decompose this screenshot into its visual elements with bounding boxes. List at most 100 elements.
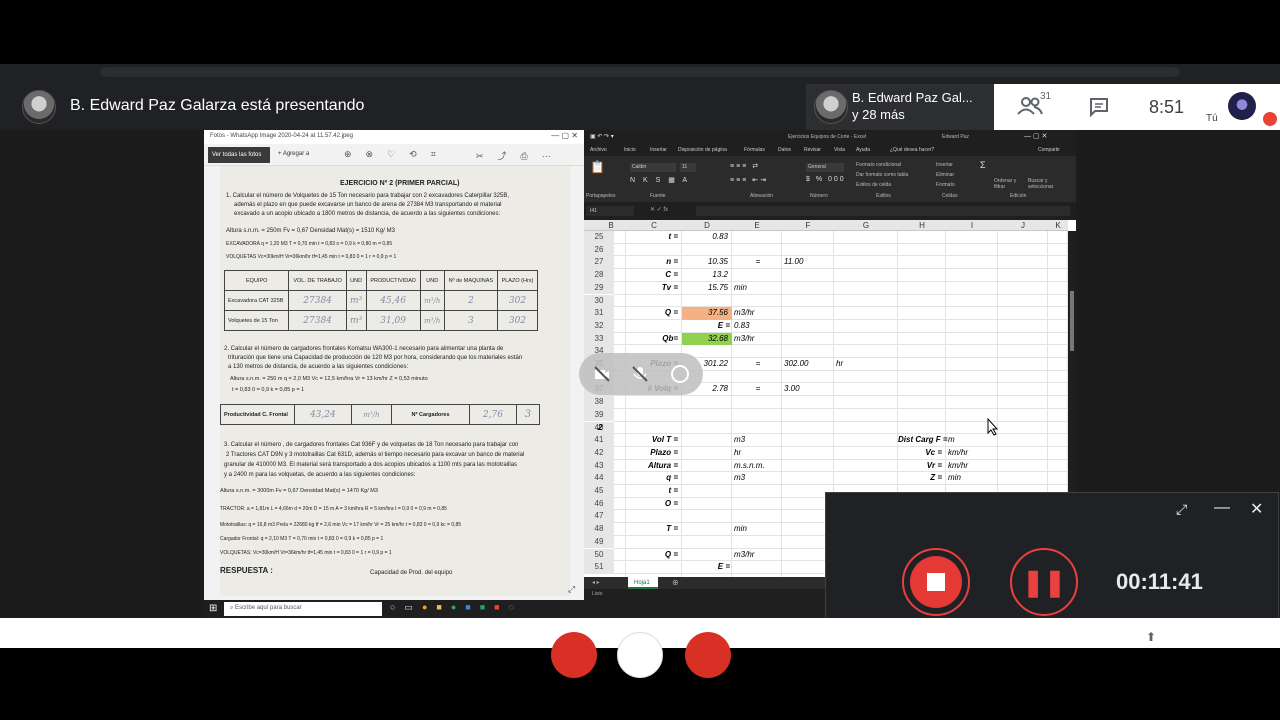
chat-button[interactable] xyxy=(1088,96,1110,123)
formula-input[interactable] xyxy=(696,206,1070,216)
sheet-nav-arrows[interactable]: ◂ ▸ xyxy=(592,579,600,586)
cell-c50[interactable]: Q = xyxy=(626,549,682,562)
cell-h42[interactable]: Vc = xyxy=(898,447,946,460)
cell-e35[interactable]: = xyxy=(732,358,782,371)
cell-d29[interactable]: 15.75 xyxy=(682,282,732,295)
menu-home[interactable]: Inicio xyxy=(624,147,636,153)
name-box[interactable]: I41 xyxy=(586,206,634,216)
cell-d51[interactable]: E = xyxy=(682,561,732,574)
row-header[interactable]: 39 xyxy=(584,408,614,422)
col-header[interactable]: I xyxy=(946,221,998,230)
menu-file[interactable]: Archivo xyxy=(590,147,607,153)
cell-e31[interactable]: m3/hr xyxy=(732,307,782,320)
cell-i44[interactable]: min xyxy=(946,472,998,485)
cell-i42[interactable]: km/hr xyxy=(946,447,998,460)
col-header[interactable]: J xyxy=(998,221,1048,230)
font-style-buttons[interactable]: N K S ▦ A xyxy=(630,176,690,184)
col-header[interactable]: C xyxy=(626,221,682,230)
sheet-tab[interactable]: Hoja1 xyxy=(628,577,658,589)
cell-h41[interactable]: Dist Carg F = xyxy=(898,434,948,447)
row-header[interactable]: 46 xyxy=(584,497,614,511)
cell-g35[interactable]: hr xyxy=(834,358,898,371)
taskbar-search[interactable]: ⌕ Escribe aquí para buscar xyxy=(224,602,382,616)
expand-icon[interactable]: ⤢ xyxy=(568,584,575,595)
expand-icon[interactable]: ⤢ xyxy=(1176,501,1187,518)
mic-toggle-button[interactable] xyxy=(551,632,597,678)
row-header[interactable]: 43 xyxy=(584,459,614,473)
cell-e27[interactable]: = xyxy=(732,256,782,269)
row-header[interactable]: 27 xyxy=(584,256,614,270)
menu-help[interactable]: Ayuda xyxy=(856,147,870,153)
col-header[interactable]: F xyxy=(782,221,834,230)
row-header[interactable]: 44 xyxy=(584,472,614,485)
cell-e50[interactable]: m3/hr xyxy=(732,549,782,562)
cell-f35[interactable]: 302.00 xyxy=(782,358,834,371)
add-sheet-icon[interactable]: ⊕ xyxy=(672,578,679,587)
row-header[interactable]: 48 xyxy=(584,523,614,536)
col-header[interactable]: K xyxy=(1048,221,1068,230)
cell-c46[interactable]: O = xyxy=(626,498,682,511)
windows-start-icon[interactable]: ⊞ xyxy=(209,603,217,614)
cell-d33[interactable]: 32.68 xyxy=(682,332,732,346)
row-header[interactable]: 47 xyxy=(584,510,614,524)
taskbar-apps[interactable]: ○▭●■●■■■◌ xyxy=(390,602,590,616)
row-header[interactable]: 26 xyxy=(584,243,614,257)
cell-f27[interactable]: 11.00 xyxy=(782,256,834,269)
photo-tool-icons[interactable]: ⊕⊗♡⟲⌗ xyxy=(344,149,450,160)
cell-e29[interactable]: min xyxy=(732,282,782,295)
cell-c43[interactable]: Altura = xyxy=(626,460,682,473)
paste-icon[interactable]: 📋 xyxy=(590,160,605,174)
cell-d25[interactable]: 0.83 xyxy=(682,231,732,244)
cell-h44[interactable]: Z = xyxy=(898,472,946,485)
cell-c31[interactable]: Q = xyxy=(626,307,682,320)
delete-cells-button[interactable]: Eliminar xyxy=(936,172,954,178)
people-button[interactable]: 31 xyxy=(1016,91,1051,123)
menu-data[interactable]: Datos xyxy=(778,147,791,153)
menu-view[interactable]: Vista xyxy=(834,147,845,153)
cell-e43[interactable]: m.s.n.m. xyxy=(732,460,782,473)
row-header[interactable]: 42 xyxy=(584,446,614,460)
cell-d32[interactable]: E = xyxy=(682,320,732,333)
col-header[interactable]: G xyxy=(834,221,898,230)
camera-toggle-button[interactable] xyxy=(685,632,731,678)
quick-access-icons[interactable]: ▣ ↶ ↷ ▾ xyxy=(590,133,614,140)
cell-e48[interactable]: min xyxy=(732,523,782,536)
row-header[interactable]: 30 xyxy=(584,294,614,308)
cell-d27[interactable]: 10.35 xyxy=(682,256,732,269)
close-icon[interactable]: ✕ xyxy=(1250,499,1263,519)
menu-formulas[interactable]: Fórmulas xyxy=(744,147,765,153)
menu-tell-me[interactable]: ¿Qué desea hacer? xyxy=(890,147,934,153)
align-buttons[interactable]: ≡≡≡ ⇄ xyxy=(730,162,760,170)
cell-c42[interactable]: Plazo = xyxy=(626,447,682,460)
cell-e41[interactable]: m3 xyxy=(732,434,782,447)
sum-icon[interactable]: Σ xyxy=(980,160,986,170)
find-select-button[interactable]: Buscar y seleccionar xyxy=(1028,178,1066,190)
menu-share[interactable]: Compartir xyxy=(1038,147,1060,153)
address-bar[interactable] xyxy=(100,67,1180,77)
cell-c25[interactable]: t = xyxy=(626,231,682,244)
col-header[interactable]: H xyxy=(898,221,946,230)
cell-i41[interactable]: m xyxy=(946,434,998,447)
cell-c48[interactable]: T = xyxy=(626,523,682,536)
sort-filter-button[interactable]: Ordenar y filtrar xyxy=(994,178,1024,190)
see-all-photos-button[interactable]: Ver todas las fotos xyxy=(208,147,270,163)
font-size-select[interactable]: 11 xyxy=(680,163,696,172)
row-header[interactable]: 45 xyxy=(584,485,614,498)
row-header[interactable]: 33 xyxy=(584,332,614,346)
row-header[interactable]: 29 xyxy=(584,281,614,295)
conditional-format-button[interactable]: Formato condicional xyxy=(856,162,901,168)
photo-edit-icons[interactable]: ✂⤴⎙⋯ xyxy=(476,149,565,162)
row-header[interactable]: 38 xyxy=(584,396,614,409)
menu-review[interactable]: Revisar xyxy=(804,147,821,153)
font-name-select[interactable]: Calibri xyxy=(630,163,676,172)
row-header[interactable]: 41 xyxy=(584,434,614,447)
table-format-button[interactable]: Dar formato como tabla xyxy=(856,172,908,178)
window-controls[interactable]: — ▢ ✕ xyxy=(1024,132,1047,140)
cell-styles-button[interactable]: Estilos de celda xyxy=(856,182,891,188)
cell-e32[interactable]: 0.83 xyxy=(732,320,782,333)
cell-e42[interactable]: hr xyxy=(732,447,782,460)
window-controls[interactable]: — ▢ ✕ xyxy=(551,131,578,140)
cell-c27[interactable]: n = xyxy=(626,256,682,269)
row-header[interactable]: 49 xyxy=(584,535,614,549)
cell-e33[interactable]: m3/hr xyxy=(732,333,782,346)
